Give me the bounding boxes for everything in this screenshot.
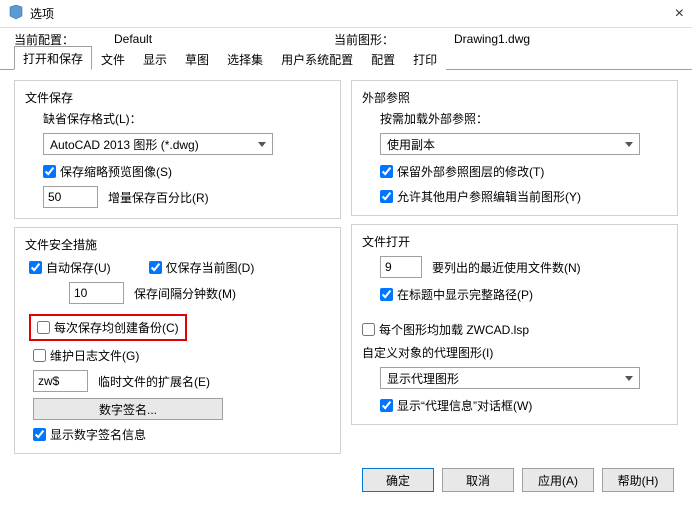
each-load-checkbox[interactable]: 每个图形均加载 ZWCAD.lsp xyxy=(362,321,529,338)
keep-layers-checkbox[interactable]: 保留外部参照图层的修改(T) xyxy=(380,163,544,180)
group-title-file-open: 文件打开 xyxy=(362,233,667,250)
close-icon[interactable]: × xyxy=(675,5,684,23)
keep-layers-label: 保留外部参照图层的修改(T) xyxy=(397,163,544,180)
titlebar: 选项 × xyxy=(0,0,692,28)
footer: 确定 取消 应用(A) 帮助(H) xyxy=(0,460,692,504)
incremental-save-label: 增量保存百分比(R) xyxy=(108,189,209,206)
tab-file[interactable]: 文件 xyxy=(92,47,134,70)
proxy-select[interactable]: 显示代理图形 xyxy=(380,367,640,389)
each-load-label: 每个图形均加载 ZWCAD.lsp xyxy=(379,321,529,338)
proxy-title: 自定义对象的代理图形(I) xyxy=(362,344,667,361)
group-file-safety: 文件安全措施 自动保存(U) 仅保存当前图(D) 保存间隔分钟数(M) xyxy=(14,227,341,454)
show-proxy-dialog-checkbox-input[interactable] xyxy=(380,399,393,412)
allow-edit-checkbox-input[interactable] xyxy=(380,190,393,203)
current-drawing-value: Drawing1.dwg xyxy=(454,32,530,46)
group-title-file-safety: 文件安全措施 xyxy=(25,236,330,253)
demand-load-value: 使用副本 xyxy=(387,136,435,153)
tab-display[interactable]: 显示 xyxy=(134,47,176,70)
cancel-button[interactable]: 取消 xyxy=(442,468,514,492)
allow-edit-checkbox[interactable]: 允许其他用户参照编辑当前图形(Y) xyxy=(380,188,581,205)
tab-draft[interactable]: 草图 xyxy=(176,47,218,70)
default-format-value: AutoCAD 2013 图形 (*.dwg) xyxy=(50,136,199,153)
only-current-label: 仅保存当前图(D) xyxy=(166,259,255,276)
keep-layers-checkbox-input[interactable] xyxy=(380,165,393,178)
fullpath-checkbox-input[interactable] xyxy=(380,288,393,301)
interval-input[interactable] xyxy=(69,282,124,304)
group-file-save: 文件保存 缺省保存格式(L)： AutoCAD 2013 图形 (*.dwg) … xyxy=(14,80,341,219)
interval-label: 保存间隔分钟数(M) xyxy=(134,285,236,302)
maint-log-label: 维护日志文件(G) xyxy=(50,347,139,364)
show-proxy-dialog-label: 显示“代理信息”对话框(W) xyxy=(397,397,532,414)
recent-files-label: 要列出的最近使用文件数(N) xyxy=(432,259,581,276)
info-row: 当前配置： Default 当前图形： Drawing1.dwg xyxy=(0,28,692,48)
backup-each-label: 每次保存均创建备份(C) xyxy=(54,319,179,336)
only-current-checkbox[interactable]: 仅保存当前图(D) xyxy=(149,259,255,276)
tabs: 打开和保存 文件 显示 草图 选择集 用户系统配置 配置 打印 xyxy=(0,48,692,70)
help-button[interactable]: 帮助(H) xyxy=(602,468,674,492)
proxy-value: 显示代理图形 xyxy=(387,370,459,387)
group-file-open: 文件打开 要列出的最近使用文件数(N) 在标题中显示完整路径(P) 每个图形均加… xyxy=(351,224,678,425)
group-title-xref: 外部参照 xyxy=(362,89,667,106)
temp-ext-label: 临时文件的扩展名(E) xyxy=(98,373,210,390)
thumbnail-checkbox[interactable]: 保存缩略预览图像(S) xyxy=(43,163,172,180)
tab-user-prefs[interactable]: 用户系统配置 xyxy=(272,47,362,70)
app-icon xyxy=(8,4,24,23)
backup-each-checkbox-input[interactable] xyxy=(37,321,50,334)
only-current-checkbox-input[interactable] xyxy=(149,261,162,274)
window-title: 选项 xyxy=(30,5,54,22)
thumbnail-label: 保存缩略预览图像(S) xyxy=(60,163,172,180)
group-title-file-save: 文件保存 xyxy=(25,89,330,106)
allow-edit-label: 允许其他用户参照编辑当前图形(Y) xyxy=(397,188,581,205)
default-format-label: 缺省保存格式(L)： xyxy=(43,110,330,127)
temp-ext-input[interactable] xyxy=(33,370,88,392)
tab-open-save[interactable]: 打开和保存 xyxy=(14,46,92,70)
maint-log-checkbox-input[interactable] xyxy=(33,349,46,362)
autosave-label: 自动保存(U) xyxy=(46,259,111,276)
autosave-checkbox-input[interactable] xyxy=(29,261,42,274)
show-dig-sig-checkbox-input[interactable] xyxy=(33,428,46,441)
fullpath-checkbox[interactable]: 在标题中显示完整路径(P) xyxy=(380,286,533,303)
fullpath-label: 在标题中显示完整路径(P) xyxy=(397,286,533,303)
show-dig-sig-label: 显示数字签名信息 xyxy=(50,426,146,443)
show-proxy-dialog-checkbox[interactable]: 显示“代理信息”对话框(W) xyxy=(380,397,532,414)
demand-load-select[interactable]: 使用副本 xyxy=(380,133,640,155)
each-load-checkbox-input[interactable] xyxy=(362,323,375,336)
apply-button[interactable]: 应用(A) xyxy=(522,468,594,492)
recent-files-input[interactable] xyxy=(380,256,422,278)
thumbnail-checkbox-input[interactable] xyxy=(43,165,56,178)
tab-profile[interactable]: 配置 xyxy=(362,47,404,70)
current-profile-label: 当前配置： xyxy=(14,31,114,48)
group-xref: 外部参照 按需加载外部参照： 使用副本 保留外部参照图层的修改(T) xyxy=(351,80,678,216)
demand-load-label: 按需加载外部参照： xyxy=(380,110,667,127)
maint-log-checkbox[interactable]: 维护日志文件(G) xyxy=(33,347,139,364)
current-profile-value: Default xyxy=(114,32,334,46)
current-drawing-label: 当前图形： xyxy=(334,31,454,48)
digital-signature-button[interactable]: 数字签名... xyxy=(33,398,223,420)
incremental-save-input[interactable] xyxy=(43,186,98,208)
default-format-select[interactable]: AutoCAD 2013 图形 (*.dwg) xyxy=(43,133,273,155)
ok-button[interactable]: 确定 xyxy=(362,468,434,492)
tab-selection[interactable]: 选择集 xyxy=(218,47,272,70)
show-dig-sig-checkbox[interactable]: 显示数字签名信息 xyxy=(33,426,146,443)
backup-highlight-box: 每次保存均创建备份(C) xyxy=(29,314,187,341)
backup-each-checkbox[interactable]: 每次保存均创建备份(C) xyxy=(37,319,179,336)
tab-print[interactable]: 打印 xyxy=(404,47,446,70)
autosave-checkbox[interactable]: 自动保存(U) xyxy=(29,259,111,276)
